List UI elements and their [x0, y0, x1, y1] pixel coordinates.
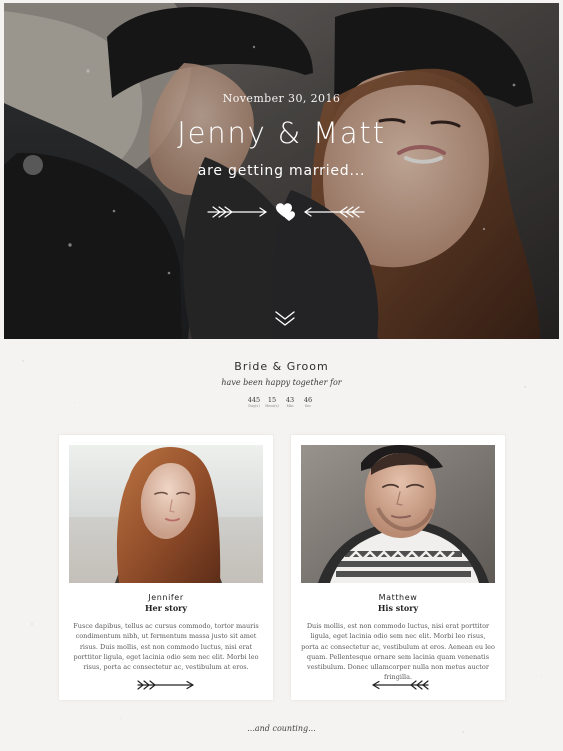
groom-card: Matthew His story Duis mollis, est non c… — [291, 435, 505, 700]
wedding-date: November 30, 2016 — [222, 92, 341, 105]
double-heart-icon — [276, 203, 295, 221]
bride-story-title: Her story — [144, 603, 188, 613]
groom-name: Matthew — [378, 593, 418, 602]
section-title: Bride & Groom — [234, 360, 329, 373]
countdown-value: 43 — [285, 396, 295, 404]
couple-names: Jenny & Matt — [177, 116, 386, 150]
countdown-seconds: 46 Sec — [300, 396, 316, 416]
bride-photo — [69, 445, 263, 583]
arrow-left-icon — [304, 206, 365, 218]
countdown-days: 445 Day(s) — [246, 396, 262, 416]
arrow-right-icon — [137, 680, 194, 690]
groom-photo — [301, 445, 495, 583]
chevron-down-icon[interactable] — [273, 308, 297, 328]
footer-text: ...and counting... — [247, 724, 316, 733]
countdown-hours: 15 Hour(s) — [264, 396, 280, 416]
countdown-label: Hour(s) — [265, 404, 279, 408]
bride-card: Jennifer Her story Fusce dapibus, tellus… — [59, 435, 273, 700]
wedding-page: November 30, 2016 Jenny & Matt are getti… — [0, 0, 563, 751]
arrow-heart-ornament — [207, 203, 365, 221]
hero-section: November 30, 2016 Jenny & Matt are getti… — [4, 3, 559, 339]
countdown-label: Day(s) — [248, 404, 260, 408]
arrow-left-icon — [372, 680, 429, 690]
wedding-subtitle: are getting married... — [197, 163, 366, 179]
groom-story-title: His story — [377, 603, 419, 613]
groom-story-text: Duis mollis, est non commodo luctus, nis… — [301, 622, 495, 682]
countdown-label: Sec — [304, 404, 312, 408]
section-subtitle: have been happy together for — [221, 378, 342, 387]
countdown-value: 46 — [303, 396, 313, 404]
bride-story-text: Fusce dapibus, tellus ac cursus commodo,… — [73, 622, 259, 672]
arrow-right-icon — [207, 206, 267, 218]
countdown-minutes: 43 Min — [282, 396, 298, 416]
bride-name: Jennifer — [148, 593, 184, 602]
countdown-value: 15 — [267, 396, 277, 404]
countdown: 445 Day(s) 15 Hour(s) 43 Min 46 Sec — [246, 396, 316, 416]
countdown-label: Min — [286, 404, 294, 408]
countdown-value: 445 — [247, 396, 261, 404]
